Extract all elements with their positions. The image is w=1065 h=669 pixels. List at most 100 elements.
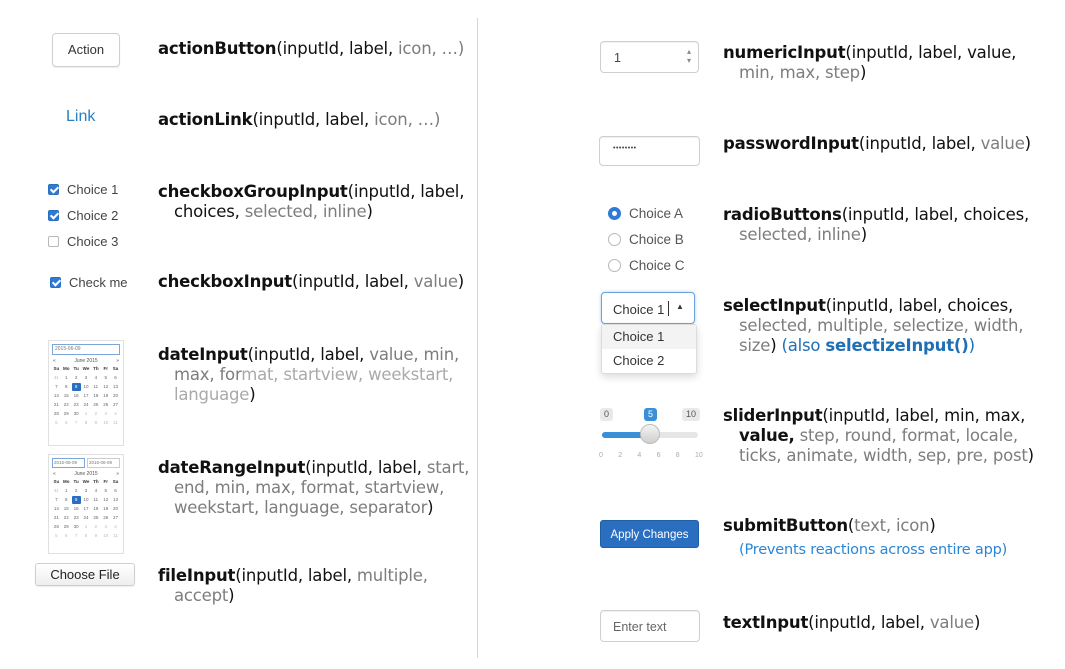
calendar-day[interactable]: 2 — [72, 487, 81, 495]
calendar-day[interactable]: 16 — [72, 505, 81, 513]
apply-changes-button[interactable]: Apply Changes — [600, 520, 699, 548]
prev-month-icon[interactable]: « — [53, 358, 56, 364]
calendar-day[interactable]: 21 — [52, 401, 61, 409]
calendar-day[interactable]: 7 — [52, 383, 61, 391]
calendar-day[interactable]: 5 — [101, 487, 110, 495]
calendar-day[interactable]: 25 — [91, 401, 100, 409]
calendar-day[interactable]: 23 — [72, 514, 81, 522]
checkbox-choice-2[interactable]: Choice 2 — [48, 202, 118, 228]
calendar-day[interactable]: 6 — [62, 419, 71, 427]
calendar-day[interactable]: 10 — [101, 419, 110, 427]
radio-choice-a[interactable]: Choice A — [608, 200, 685, 226]
calendar-day[interactable]: 7 — [72, 532, 81, 540]
calendar-day[interactable]: 16 — [72, 392, 81, 400]
calendar-day[interactable]: 10 — [101, 532, 110, 540]
calendar-day[interactable]: 3 — [101, 410, 110, 418]
calendar-day[interactable]: 29 — [62, 523, 71, 531]
calendar-day[interactable]: 3 — [82, 487, 91, 495]
calendar-day[interactable]: 27 — [111, 514, 120, 522]
calendar-day[interactable]: 3 — [82, 374, 91, 382]
calendar-day[interactable]: 4 — [111, 410, 120, 418]
next-month-icon[interactable]: » — [116, 358, 119, 364]
calendar-day[interactable]: 10 — [82, 383, 91, 391]
prev-month-icon[interactable]: « — [53, 471, 56, 477]
calendar-day[interactable]: 22 — [62, 514, 71, 522]
calendar-day[interactable]: 26 — [101, 401, 110, 409]
calendar-day[interactable]: 7 — [72, 419, 81, 427]
calendar-day[interactable]: 4 — [91, 374, 100, 382]
calendar-day[interactable]: 20 — [111, 505, 120, 513]
calendar-day[interactable]: 12 — [101, 383, 110, 391]
radio-choice-c[interactable]: Choice C — [608, 252, 685, 278]
action-link[interactable]: Link — [66, 108, 95, 126]
calendar-day[interactable]: 11 — [111, 532, 120, 540]
calendar-day[interactable]: 6 — [62, 532, 71, 540]
calendar-day[interactable]: 13 — [111, 383, 120, 391]
calendar-day[interactable]: 8 — [82, 532, 91, 540]
calendar-day[interactable]: 18 — [91, 505, 100, 513]
numeric-input[interactable]: 1 ▴ ▾ — [600, 41, 699, 73]
choose-file-button[interactable]: Choose File — [35, 563, 135, 586]
calendar-day[interactable]: 30 — [72, 410, 81, 418]
calendar-day[interactable]: 5 — [52, 419, 61, 427]
text-input[interactable]: Enter text — [600, 610, 700, 642]
calendar-day[interactable]: 6 — [111, 374, 120, 382]
select-option-1[interactable]: Choice 1 — [602, 325, 696, 349]
calendar-day[interactable]: 9 — [71, 496, 81, 504]
calendar-day[interactable]: 28 — [52, 410, 61, 418]
slider-input[interactable]: 0 5 10 0 2 4 6 8 10 — [599, 407, 703, 462]
calendar-day[interactable]: 4 — [111, 523, 120, 531]
calendar-day[interactable]: 4 — [91, 487, 100, 495]
calendar-day[interactable]: 20 — [111, 392, 120, 400]
calendar-day[interactable]: 18 — [91, 392, 100, 400]
date-input-calendar[interactable]: 2015-06-09 «June 2015» Su Mo Tu We Th Fr Sa 31 1… — [48, 340, 124, 446]
calendar-day[interactable]: 14 — [52, 392, 61, 400]
calendar-day[interactable]: 22 — [62, 401, 71, 409]
calendar-day[interactable]: 3 — [101, 523, 110, 531]
checkbox-check-me[interactable]: Check me — [50, 269, 128, 295]
calendar-day[interactable]: 9 — [91, 532, 100, 540]
calendar-day[interactable]: 2 — [91, 410, 100, 418]
calendar-day[interactable]: 7 — [52, 496, 61, 504]
calendar-day[interactable]: 5 — [52, 532, 61, 540]
calendar-day[interactable]: 1 — [62, 374, 71, 382]
calendar-day[interactable]: 26 — [101, 514, 110, 522]
calendar-day[interactable]: 9 — [71, 383, 81, 391]
caret-up-icon[interactable]: ▲ — [676, 302, 684, 311]
action-button[interactable]: Action — [52, 33, 120, 67]
password-input[interactable]: •••••••• — [599, 136, 700, 166]
calendar-day[interactable]: 15 — [62, 392, 71, 400]
calendar-day[interactable]: 2 — [91, 523, 100, 531]
select-option-2[interactable]: Choice 2 — [602, 349, 696, 373]
next-month-icon[interactable]: » — [116, 471, 119, 477]
calendar-day[interactable]: 31 — [52, 487, 61, 495]
calendar-day[interactable]: 9 — [91, 419, 100, 427]
calendar-day[interactable]: 21 — [52, 514, 61, 522]
calendar-day[interactable]: 24 — [82, 401, 91, 409]
calendar-day[interactable]: 27 — [111, 401, 120, 409]
stepper-arrows-icon[interactable]: ▴ ▾ — [687, 47, 691, 65]
calendar-day[interactable]: 29 — [62, 410, 71, 418]
calendar-day[interactable]: 11 — [91, 383, 100, 391]
slider-handle[interactable] — [640, 424, 660, 444]
checkbox-choice-1[interactable]: Choice 1 — [48, 176, 118, 202]
date-range-end-field[interactable]: 2015-06-09 — [87, 458, 120, 468]
calendar-day[interactable]: 19 — [101, 505, 110, 513]
calendar-day[interactable]: 8 — [62, 383, 71, 391]
calendar-day[interactable]: 30 — [72, 523, 81, 531]
calendar-day[interactable]: 6 — [111, 487, 120, 495]
calendar-day[interactable]: 2 — [72, 374, 81, 382]
calendar-day[interactable]: 13 — [111, 496, 120, 504]
calendar-day[interactable]: 15 — [62, 505, 71, 513]
date-input-field[interactable]: 2015-06-09 — [52, 344, 120, 355]
calendar-day[interactable]: 1 — [62, 487, 71, 495]
date-range-start-field[interactable]: 2015-06-09 — [52, 458, 85, 468]
calendar-day[interactable]: 17 — [82, 505, 91, 513]
calendar-day[interactable]: 25 — [91, 514, 100, 522]
date-range-calendar[interactable]: 2015-06-09 2015-06-09 « June 2015 » Su Mo Tu… — [48, 454, 124, 554]
calendar-day[interactable]: 1 — [82, 410, 91, 418]
calendar-day[interactable]: 11 — [111, 419, 120, 427]
calendar-day[interactable]: 14 — [52, 505, 61, 513]
calendar-day[interactable]: 1 — [82, 523, 91, 531]
calendar-day[interactable]: 10 — [82, 496, 91, 504]
